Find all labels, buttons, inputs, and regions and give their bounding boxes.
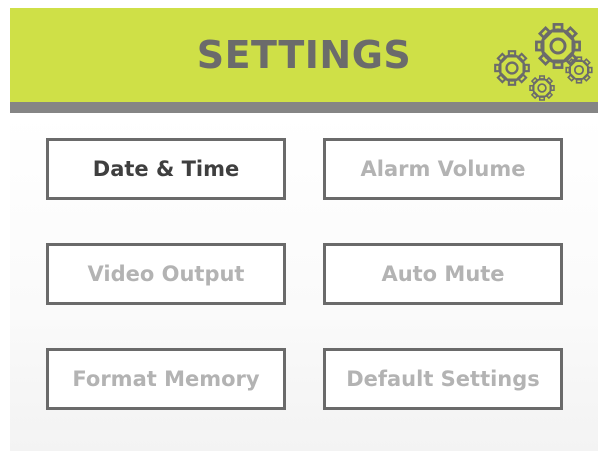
date-time-button[interactable]: Date & Time (46, 138, 286, 200)
settings-screen: SETTINGS Date & Time Alarm Volume Video … (0, 0, 598, 451)
gears-icon (494, 22, 593, 101)
auto-mute-button[interactable]: Auto Mute (323, 243, 563, 305)
alarm-volume-button[interactable]: Alarm Volume (323, 138, 563, 200)
format-memory-button[interactable]: Format Memory (46, 348, 286, 410)
video-output-button[interactable]: Video Output (46, 243, 286, 305)
header-divider (10, 102, 598, 113)
default-settings-button[interactable]: Default Settings (323, 348, 563, 410)
header-bar: SETTINGS (10, 8, 598, 102)
